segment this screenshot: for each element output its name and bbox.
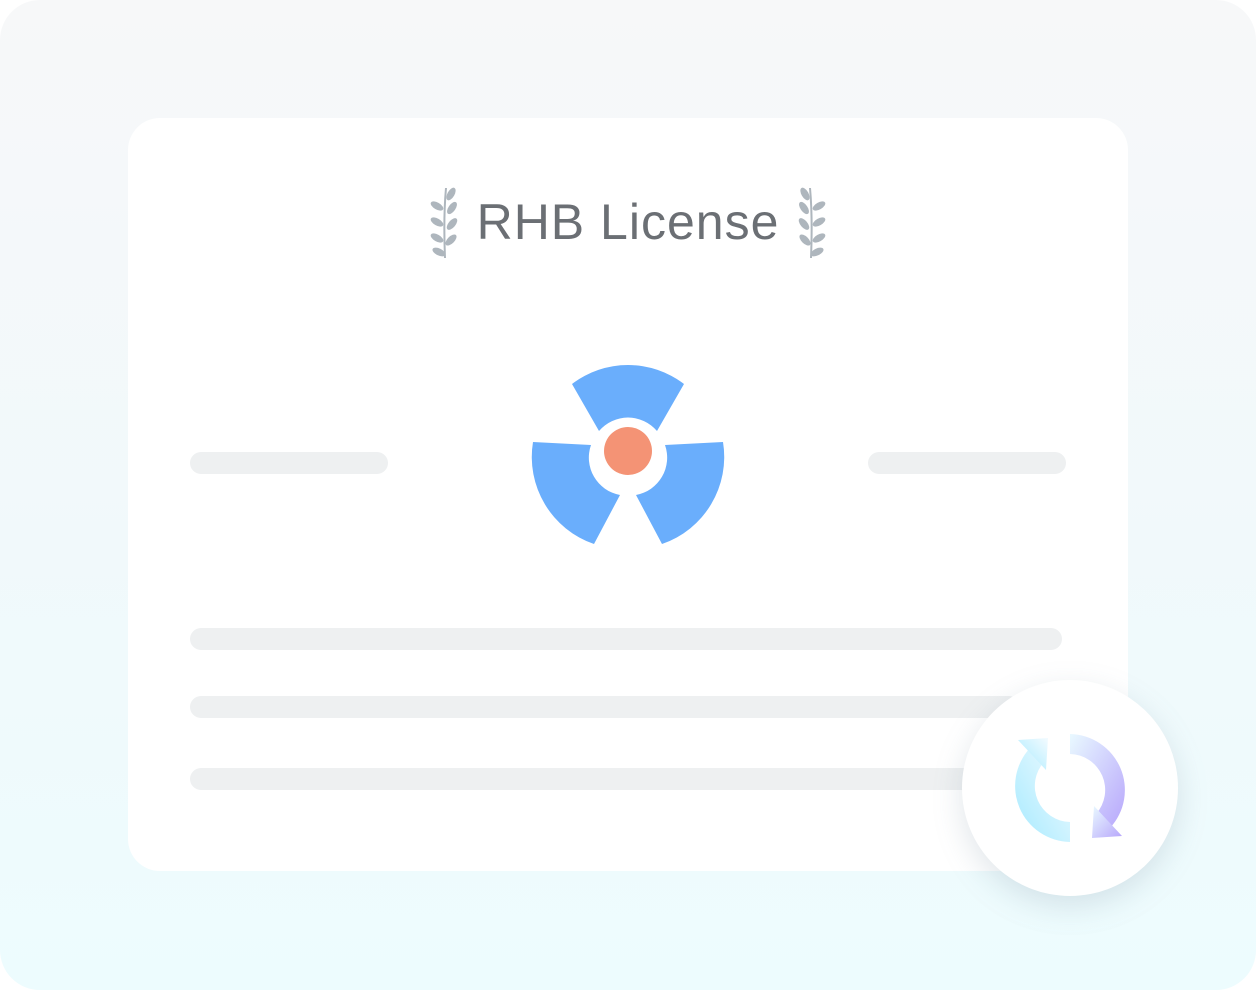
laurel-left-icon: [430, 187, 457, 258]
radiation-hazard-icon: [531, 364, 725, 544]
placeholder-text-line: [190, 628, 1062, 650]
background-frame: RHB License: [0, 0, 1256, 990]
placeholder-bar-right: [868, 452, 1066, 474]
refresh-button[interactable]: [962, 680, 1178, 896]
refresh-icon: [1015, 734, 1125, 842]
laurel-right-icon: [799, 187, 826, 258]
placeholder-text-line: [190, 696, 1020, 718]
license-title: RHB License: [476, 194, 780, 250]
license-header: RHB License: [0, 182, 1256, 262]
placeholder-bar-left: [190, 452, 388, 474]
placeholder-text-line: [190, 768, 990, 790]
